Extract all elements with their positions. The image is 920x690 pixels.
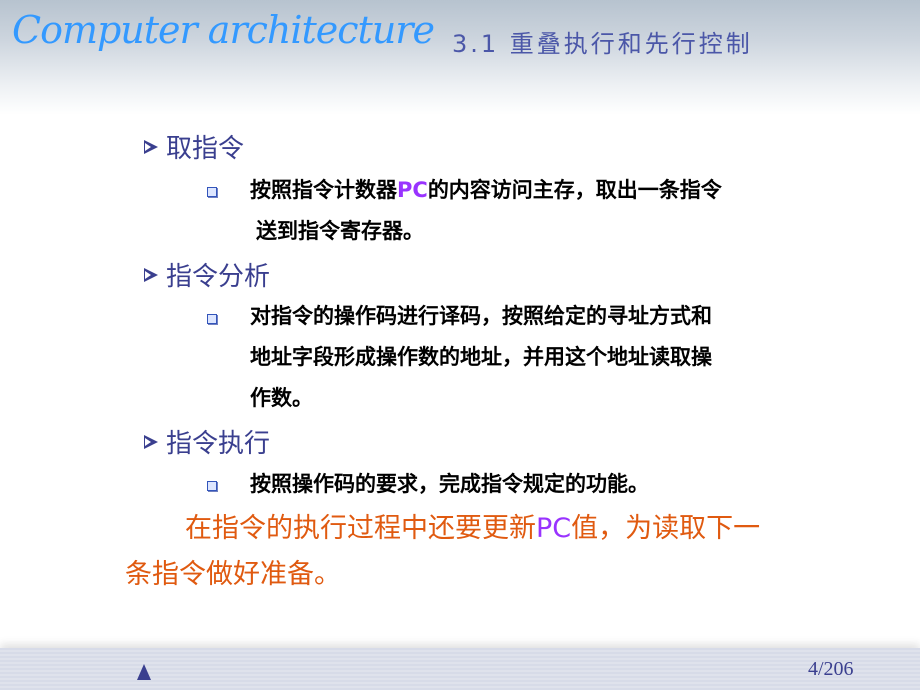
arrow-bullet-icon xyxy=(144,139,158,154)
heading-text: 指令执行 xyxy=(166,429,271,459)
text: 按照指令计数器 xyxy=(250,178,397,202)
pc-highlight: PC xyxy=(397,178,428,202)
bullet-fetch-desc: 按照指令计数器PC的内容访问主存，取出一条指令 送到指令寄存器。 xyxy=(250,170,830,252)
arrow-bullet-icon xyxy=(144,267,158,282)
text: 对指令的操作码进行译码，按照给定的寻址方式和 xyxy=(250,304,712,328)
heading-text: 取指令 xyxy=(166,134,245,164)
page-number: 4/206 xyxy=(808,658,854,680)
section-title: 3.1 重叠执行和先行控制 xyxy=(452,30,753,58)
pc-highlight: PC xyxy=(536,513,572,544)
note-paragraph: 在指令的执行过程中还要更新PC值，为读取下一 条指令做好准备。 xyxy=(125,506,845,598)
text: 条指令做好准备。 xyxy=(125,559,341,590)
heading-fetch: 取指令 xyxy=(144,128,244,165)
text: 作数。 xyxy=(250,386,313,410)
brand-title: Computer architecture xyxy=(12,8,435,52)
bullet-execute-desc: 按照操作码的要求，完成指令规定的功能。 xyxy=(250,464,830,505)
text: 送到指令寄存器。 xyxy=(256,219,424,243)
text: 值，为读取下一 xyxy=(571,513,761,544)
slide-footer: 4/206 xyxy=(0,648,920,690)
text: 地址字段形成操作数的地址，并用这个地址读取操 xyxy=(250,345,712,369)
square-bullet-icon xyxy=(207,481,217,491)
text: 在指令的执行过程中还要更新 xyxy=(185,513,536,544)
square-bullet-icon xyxy=(207,187,217,197)
up-triangle-icon[interactable] xyxy=(137,664,151,680)
slide-header: Computer architecture 3.1 重叠执行和先行控制 xyxy=(0,0,920,115)
text: 按照操作码的要求，完成指令规定的功能。 xyxy=(250,472,649,496)
square-bullet-icon xyxy=(207,314,217,324)
arrow-bullet-icon xyxy=(144,434,158,449)
heading-execute: 指令执行 xyxy=(144,423,270,460)
text: 的内容访问主存，取出一条指令 xyxy=(427,178,722,202)
bullet-decode-desc: 对指令的操作码进行译码，按照给定的寻址方式和 地址字段形成操作数的地址，并用这个… xyxy=(250,296,830,419)
heading-decode: 指令分析 xyxy=(144,256,270,293)
heading-text: 指令分析 xyxy=(166,262,271,292)
